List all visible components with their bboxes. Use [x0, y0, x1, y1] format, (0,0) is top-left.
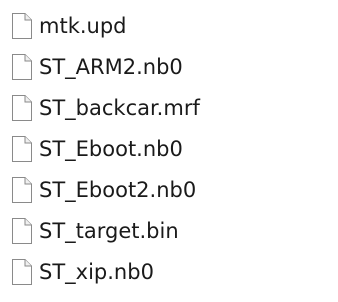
- file-item-st-eboot-nb0[interactable]: ST_Eboot.nb0: [11, 131, 183, 167]
- generic-file-icon: [12, 54, 32, 80]
- file-item-st-xip-nb0[interactable]: ST_xip.nb0: [11, 254, 154, 290]
- generic-file-icon: [12, 259, 32, 285]
- file-list: mtk.upd ST_ARM2.nb0 ST_backcar.mrf ST_Eb…: [0, 0, 338, 302]
- file-name: ST_backcar.mrf: [39, 95, 200, 120]
- file-item-st-target-bin[interactable]: ST_target.bin: [11, 213, 179, 249]
- file-item-mtk-upd[interactable]: mtk.upd: [11, 8, 127, 44]
- file-item-st-backcar-mrf[interactable]: ST_backcar.mrf: [11, 90, 200, 126]
- file-name: ST_xip.nb0: [39, 259, 154, 284]
- generic-file-icon: [12, 218, 32, 244]
- file-name: ST_Eboot.nb0: [39, 136, 183, 161]
- file-name: ST_target.bin: [39, 218, 179, 243]
- generic-file-icon: [12, 136, 32, 162]
- file-name: ST_Eboot2.nb0: [39, 177, 197, 202]
- file-item-st-arm2-nb0[interactable]: ST_ARM2.nb0: [11, 49, 183, 85]
- file-name: ST_ARM2.nb0: [39, 54, 183, 79]
- generic-file-icon: [12, 177, 32, 203]
- file-name: mtk.upd: [39, 13, 127, 38]
- generic-file-icon: [12, 95, 32, 121]
- file-item-st-eboot2-nb0[interactable]: ST_Eboot2.nb0: [11, 172, 196, 208]
- generic-file-icon: [12, 13, 32, 39]
